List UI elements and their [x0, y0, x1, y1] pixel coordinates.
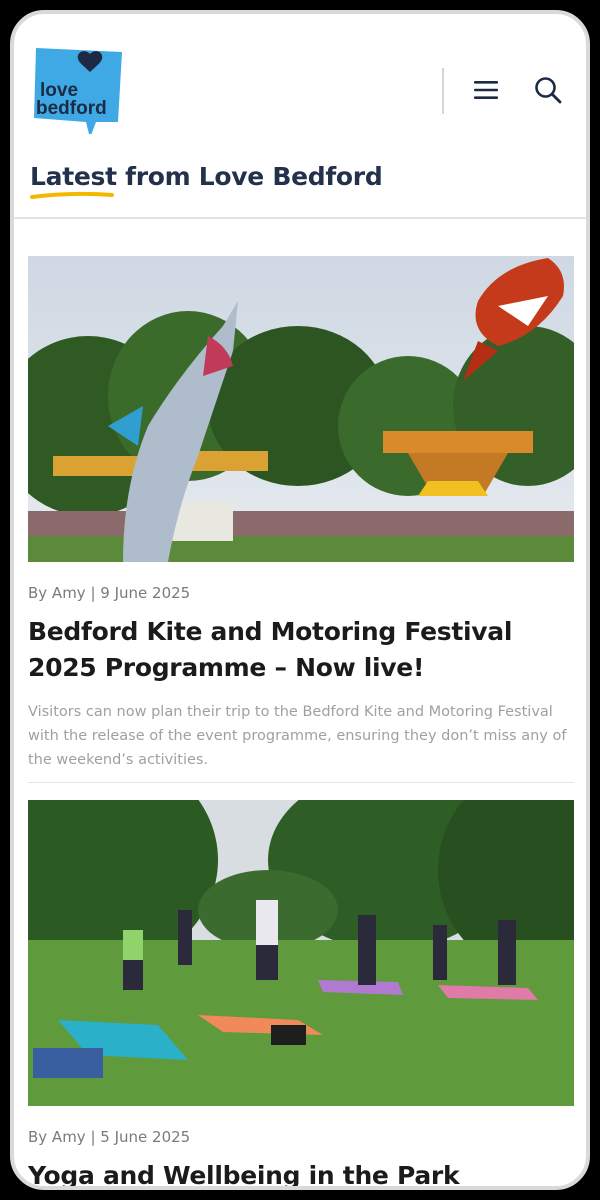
logo-text-bedford: bedford	[36, 98, 107, 119]
site-header: love bedford Latest from Love Bedford	[14, 14, 586, 199]
search-button[interactable]	[530, 72, 566, 108]
article-meta: By Amy | 5 June 2025	[28, 1128, 191, 1146]
love-bedford-logo[interactable]: love bedford	[32, 42, 124, 138]
article-image-yoga[interactable]	[28, 800, 574, 1106]
menu-button[interactable]	[468, 72, 504, 108]
section-divider	[14, 217, 586, 219]
title-underline	[30, 191, 114, 199]
article-meta: By Amy | 9 June 2025	[28, 584, 191, 602]
header-divider	[442, 68, 444, 114]
article-card[interactable]: By Amy | 9 June 2025 Bedford Kite and Mo…	[28, 256, 574, 772]
search-icon	[535, 77, 562, 104]
article-image-kite-festival[interactable]	[28, 256, 574, 562]
section-title: Latest from Love Bedford	[30, 162, 383, 191]
article-divider	[28, 782, 574, 783]
article-headline[interactable]: Yoga and Wellbeing in the Park Returns	[28, 1158, 574, 1186]
article-headline[interactable]: Bedford Kite and Motoring Festival 2025 …	[28, 614, 574, 686]
article-card[interactable]: By Amy | 5 June 2025 Yoga and Wellbeing …	[28, 800, 574, 1186]
hamburger-menu-icon	[474, 81, 498, 99]
phone-frame: love bedford Latest from Love Bedford By…	[10, 10, 590, 1190]
article-excerpt: Visitors can now plan their trip to the …	[28, 704, 567, 768]
